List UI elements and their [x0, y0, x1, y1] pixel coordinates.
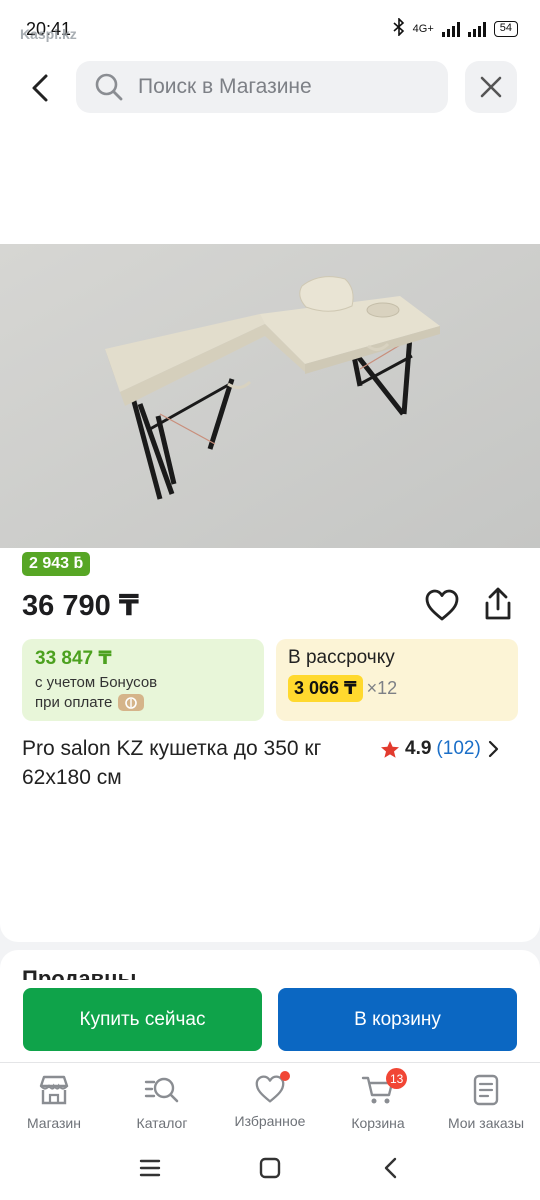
- tab-label: Избранное: [234, 1113, 306, 1129]
- status-icons: 4G+ 54: [393, 17, 518, 39]
- bonus-price-payment-label: при оплате: [35, 694, 113, 711]
- product-rating[interactable]: 4.9 (102): [380, 738, 500, 760]
- chevron-left-icon: [32, 74, 48, 102]
- bottom-tab-bar: Магазин Каталог Избранное 13 Корзина Мои…: [0, 1062, 540, 1136]
- menu-icon: [139, 1159, 161, 1177]
- app-header: [0, 56, 540, 126]
- system-nav-bar: [0, 1136, 540, 1200]
- product-image[interactable]: [0, 244, 540, 548]
- chevron-right-icon: [488, 740, 498, 758]
- bonus-price-payment-row: при оплате: [35, 694, 251, 711]
- tab-orders[interactable]: Мои заказы: [432, 1063, 540, 1136]
- back-button[interactable]: [20, 68, 60, 108]
- favorite-button[interactable]: [424, 588, 462, 624]
- massage-table-image: [0, 244, 540, 548]
- buy-now-button[interactable]: Купить сейчас: [23, 988, 262, 1051]
- store-icon: [39, 1075, 69, 1105]
- tab-label: Каталог: [136, 1115, 188, 1131]
- bluetooth-icon: [393, 17, 405, 39]
- watermark: Kaspi.kz: [20, 26, 77, 42]
- rating-count[interactable]: (102): [436, 738, 480, 760]
- kaspi-pay-icon: [118, 694, 145, 711]
- share-button[interactable]: [480, 586, 518, 624]
- close-icon: [480, 76, 502, 98]
- tab-label: Мои заказы: [447, 1115, 525, 1131]
- rating-score: 4.9: [405, 738, 432, 759]
- product-page: 20:41 Kaspi.kz 4G+ 54 Поиск в Магазине 2…: [0, 0, 540, 1200]
- installment-multiplier: ×12: [366, 678, 398, 698]
- tab-catalog[interactable]: Каталог: [108, 1063, 216, 1136]
- share-icon: [485, 587, 511, 620]
- heart-icon: [425, 589, 459, 621]
- star-icon: [381, 740, 399, 758]
- product-title: Pro salon KZ кушетка до 350 кг 62x180 см: [22, 737, 322, 789]
- notification-dot: [280, 1071, 290, 1081]
- battery-icon: 54: [493, 20, 518, 37]
- bonus-price-box[interactable]: 33 847 ₸ с учетом Бонусов при оплате: [22, 639, 264, 721]
- add-to-cart-button[interactable]: В корзину: [278, 988, 517, 1051]
- network-type: 4G+: [412, 22, 434, 35]
- cart-count-badge: 13: [386, 1068, 408, 1089]
- signal-icon-2: [467, 21, 486, 37]
- search-icon: [95, 73, 123, 101]
- tab-store[interactable]: Магазин: [0, 1063, 108, 1136]
- close-button[interactable]: [465, 61, 517, 113]
- search-bar[interactable]: [76, 61, 448, 113]
- search-input[interactable]: [138, 75, 418, 99]
- bonus-badge: 2 943 ƃ: [22, 552, 91, 576]
- home-square-icon: [259, 1157, 281, 1179]
- installment-title: В рассрочку: [288, 647, 395, 668]
- tab-label: Магазин: [26, 1115, 81, 1131]
- back-arrow-icon: [384, 1157, 397, 1179]
- installment-box[interactable]: В рассрочку 3 066 ₸ ×12: [276, 639, 518, 721]
- back-nav-button[interactable]: [370, 1148, 410, 1188]
- tab-favorites[interactable]: Избранное: [216, 1063, 324, 1136]
- installment-amount: 3 066 ₸: [288, 675, 363, 702]
- signal-icon: [441, 21, 460, 37]
- product-card: [0, 126, 540, 942]
- installment-row: 3 066 ₸ ×12: [288, 675, 506, 702]
- tab-label: Корзина: [351, 1115, 405, 1131]
- home-nav-button[interactable]: [250, 1148, 290, 1188]
- catalog-search-icon: [144, 1077, 179, 1103]
- status-bar: 20:41 Kaspi.kz 4G+ 54: [0, 0, 540, 56]
- orders-icon: [473, 1074, 499, 1106]
- sellers-section-title: Продавцы: [22, 966, 137, 980]
- bonus-price-label: с учетом Бонусов: [35, 674, 158, 691]
- bonus-price-amount: 33 847 ₸: [35, 648, 112, 669]
- tab-cart[interactable]: 13 Корзина: [324, 1063, 432, 1136]
- menu-nav-button[interactable]: [130, 1148, 170, 1188]
- product-price: 36 790 ₸: [22, 590, 139, 622]
